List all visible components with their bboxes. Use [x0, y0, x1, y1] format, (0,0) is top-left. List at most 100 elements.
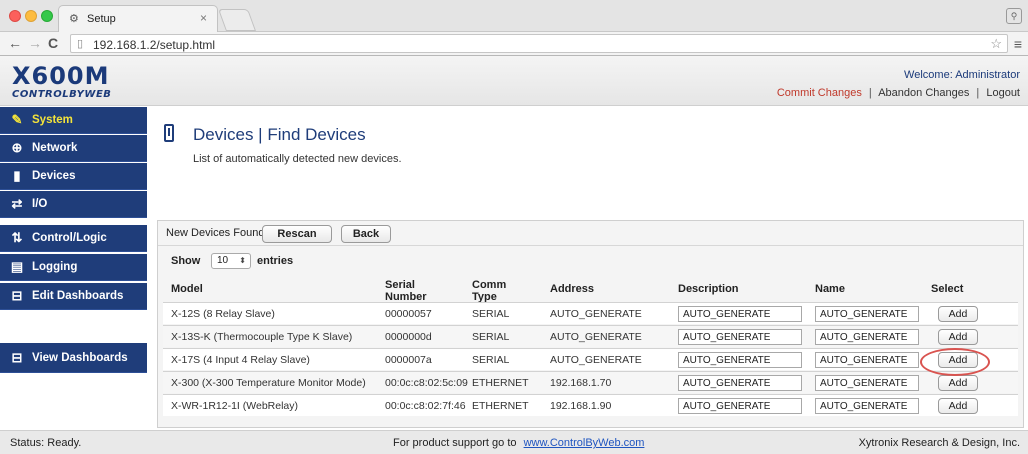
reload-icon[interactable]: C: [48, 35, 58, 51]
bookmark-star-icon[interactable]: ☆: [990, 36, 1002, 52]
cell-model: X-WR-1R12-1I (WebRelay): [171, 400, 298, 412]
globe-icon: ⊕: [11, 140, 23, 155]
description-input[interactable]: [678, 352, 802, 368]
url-input[interactable]: ▯ 192.168.1.2/setup.html ☆: [70, 34, 1008, 53]
add-button[interactable]: Add: [938, 329, 978, 345]
column-header-address[interactable]: Address: [550, 283, 594, 295]
zoom-window-button[interactable]: [41, 10, 53, 22]
cell-comm-type: SERIAL: [472, 308, 510, 320]
description-input[interactable]: [678, 398, 802, 414]
cell-serial: 0000007a: [385, 354, 432, 366]
column-header-description[interactable]: Description: [678, 283, 739, 295]
name-input[interactable]: [815, 398, 919, 414]
logo-title: X600M: [12, 62, 110, 90]
sidebar-item-logging[interactable]: ▤ Logging: [0, 254, 147, 281]
entries-select[interactable]: 10 ⬍: [211, 253, 251, 269]
page-subtitle: List of automatically detected new devic…: [193, 153, 402, 165]
abandon-changes-link[interactable]: Abandon Changes: [878, 87, 969, 99]
cell-serial: 0000000d: [385, 331, 432, 343]
sidebar-item-network[interactable]: ⊕ Network: [0, 135, 147, 162]
add-button[interactable]: Add: [938, 306, 978, 322]
column-header-comm-type[interactable]: Comm Type: [472, 279, 506, 303]
description-input[interactable]: [678, 375, 802, 391]
description-input[interactable]: [678, 306, 802, 322]
minimize-window-button[interactable]: [25, 10, 37, 22]
forward-arrow-icon[interactable]: →: [28, 35, 42, 51]
header-links: Commit Changes | Abandon Changes | Logou…: [777, 87, 1020, 99]
wrench-icon: ✎: [11, 112, 23, 127]
column-header-name[interactable]: Name: [815, 283, 845, 295]
sidebar-item-view-dashboards[interactable]: ⊟ View Dashboards: [0, 343, 147, 373]
sidebar-item-label: Edit Dashboards: [32, 290, 124, 302]
support-link[interactable]: www.ControlByWeb.com: [524, 437, 645, 449]
browser-menu-icon[interactable]: ≡: [1014, 36, 1022, 52]
description-input[interactable]: [678, 329, 802, 345]
link-separator: |: [976, 87, 980, 99]
sidebar-item-io[interactable]: ⇄ I/O: [0, 191, 147, 218]
cell-serial: 00:0c:c8:02:7f:46: [385, 400, 466, 412]
cell-model: X-300 (X-300 Temperature Monitor Mode): [171, 377, 366, 389]
sidebar-item-label: I/O: [32, 198, 48, 210]
logout-link[interactable]: Logout: [986, 87, 1020, 99]
status-text: Status: Ready.: [10, 437, 82, 449]
device-icon: [164, 124, 174, 142]
panel-title: New Devices Found: [166, 227, 265, 239]
profile-icon[interactable]: ⚲: [1006, 8, 1022, 24]
support-label: For product support go to: [393, 437, 517, 449]
sidebar: ✎ System ⊕ Network ▮ Devices ⇄ I/O ⇅ Con…: [0, 107, 147, 427]
document-icon: ▤: [10, 259, 24, 274]
cell-comm-type: ETHERNET: [472, 400, 529, 412]
tab-close-icon[interactable]: ×: [200, 11, 207, 25]
column-header-model[interactable]: Model: [171, 283, 203, 295]
name-input[interactable]: [815, 306, 919, 322]
name-input[interactable]: [815, 329, 919, 345]
tab-title: Setup: [87, 13, 116, 25]
cell-model: X-12S (8 Relay Slave): [171, 308, 275, 320]
close-window-button[interactable]: [9, 10, 21, 22]
sidebar-item-devices[interactable]: ▮ Devices: [0, 163, 147, 190]
entries-select-value: 10: [217, 255, 229, 266]
cell-address: AUTO_GENERATE: [550, 354, 642, 366]
name-input[interactable]: [815, 375, 919, 391]
support-text: For product support go to www.ControlByW…: [393, 437, 644, 449]
show-label: Show: [171, 255, 201, 267]
page-icon: ▯: [77, 38, 84, 50]
cell-comm-type: SERIAL: [472, 331, 510, 343]
add-button[interactable]: Add: [938, 398, 978, 414]
add-button[interactable]: Add: [938, 375, 978, 391]
sidebar-item-edit-dashboards[interactable]: ⊟ Edit Dashboards: [0, 283, 147, 310]
cell-model: X-13S-K (Thermocouple Type K Slave): [171, 331, 353, 343]
cell-comm-type: SERIAL: [472, 354, 510, 366]
back-arrow-icon[interactable]: ←: [8, 35, 22, 51]
commit-changes-link[interactable]: Commit Changes: [777, 87, 862, 99]
dashboard-icon: ⊟: [11, 350, 23, 365]
back-button[interactable]: Back: [341, 225, 391, 243]
browser-tab[interactable]: ⚙ Setup ×: [58, 5, 218, 32]
cell-address: 192.168.1.70: [550, 377, 612, 389]
sidebar-item-label: Control/Logic: [32, 232, 107, 244]
sidebar-item-label: Logging: [32, 261, 78, 273]
column-header-select[interactable]: Select: [931, 283, 963, 295]
table-row: X-300 (X-300 Temperature Monitor Mode) 0…: [163, 371, 1018, 393]
cell-address: AUTO_GENERATE: [550, 331, 642, 343]
browser-tab-bar: ⚙ Setup × ⚲: [0, 0, 1028, 32]
sidebar-item-system[interactable]: ✎ System: [0, 107, 147, 134]
column-header-serial[interactable]: Serial Number: [385, 279, 427, 303]
sidebar-item-control-logic[interactable]: ⇅ Control/Logic: [0, 225, 147, 252]
rescan-button[interactable]: Rescan: [262, 225, 332, 243]
highlight-annotation-ring: [920, 348, 990, 376]
new-tab-button[interactable]: [217, 9, 257, 31]
dashboard-icon: ⊟: [11, 288, 23, 303]
sidebar-item-label: System: [32, 114, 73, 126]
browser-address-bar: ← → C ▯ 192.168.1.2/setup.html ☆ ≡: [0, 32, 1028, 56]
welcome-text: Welcome: Administrator: [904, 69, 1020, 81]
entries-label: entries: [257, 255, 294, 267]
select-arrows-icon: ⬍: [239, 256, 246, 265]
cell-comm-type: ETHERNET: [472, 377, 529, 389]
page-title: Devices | Find Devices: [193, 125, 366, 144]
status-bar: Status: Ready. For product support go to…: [0, 430, 1028, 454]
name-input[interactable]: [815, 352, 919, 368]
company-name: Xytronix Research & Design, Inc.: [858, 437, 1020, 449]
sidebar-item-label: Network: [32, 142, 78, 154]
table-row: X-13S-K (Thermocouple Type K Slave) 0000…: [163, 325, 1018, 347]
